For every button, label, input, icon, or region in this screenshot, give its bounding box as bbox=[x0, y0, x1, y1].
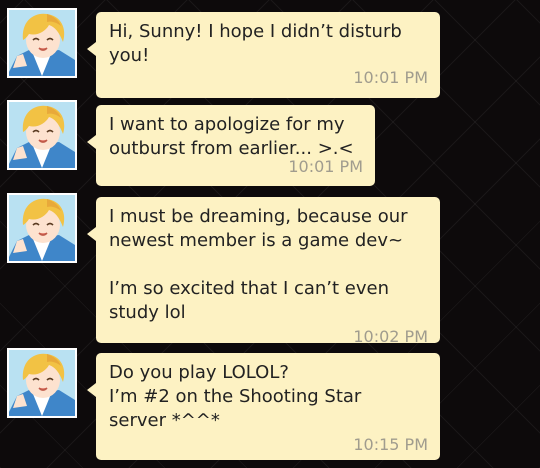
message-bubble[interactable]: I must be dreaming, because our newest m… bbox=[87, 197, 440, 346]
message-timestamp: 10:01 PM bbox=[353, 68, 428, 87]
message-text: Hi, Sunny! I hope I didn’t disturb you! bbox=[109, 21, 402, 66]
message-timestamp: 10:02 PM bbox=[353, 327, 428, 346]
message-bubble[interactable]: Hi, Sunny! I hope I didn’t disturb you! … bbox=[87, 12, 440, 98]
message-timestamp: 10:15 PM bbox=[353, 435, 428, 454]
character-avatar-icon[interactable] bbox=[7, 8, 77, 78]
character-avatar-icon[interactable] bbox=[7, 348, 77, 418]
message-bubble[interactable]: I want to apologize for my outburst from… bbox=[87, 105, 375, 186]
message-text: I must be dreaming, because our newest m… bbox=[109, 206, 408, 323]
character-avatar-icon[interactable] bbox=[7, 193, 77, 263]
message-text: Do you play LOLOL? I’m #2 on the Shootin… bbox=[109, 362, 362, 431]
chat-message-list: Hi, Sunny! I hope I didn’t disturb you! … bbox=[0, 0, 540, 468]
character-avatar-icon[interactable] bbox=[7, 100, 77, 170]
message-bubble[interactable]: Do you play LOLOL? I’m #2 on the Shootin… bbox=[87, 353, 440, 460]
message-text: I want to apologize for my outburst from… bbox=[109, 114, 354, 159]
